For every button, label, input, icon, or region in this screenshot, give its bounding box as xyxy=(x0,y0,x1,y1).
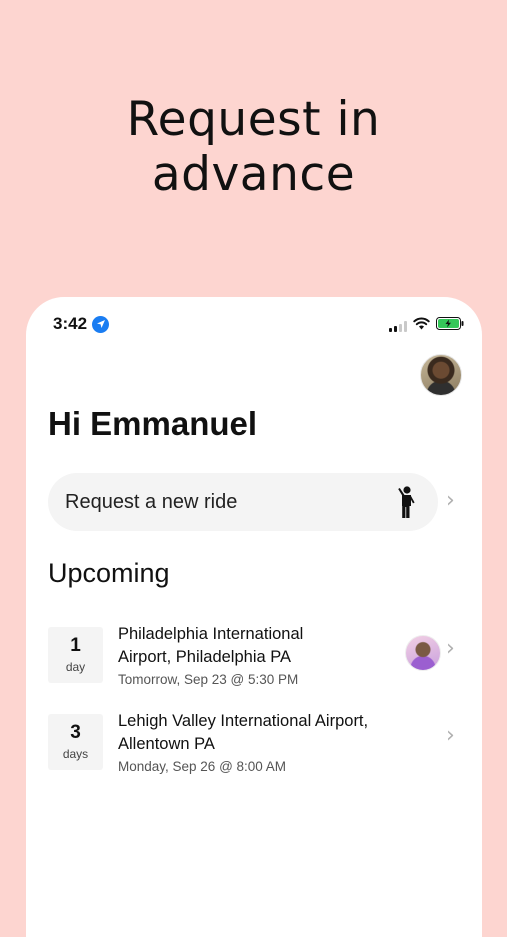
request-new-ride-button[interactable]: Request a new ride xyxy=(48,473,438,531)
phone-screen: 3:42 Hi Emmanuel Request a new ride › Up… xyxy=(26,297,482,937)
days-until-unit: days xyxy=(62,747,89,761)
request-chevron-right-icon: › xyxy=(446,488,455,513)
status-bar: 3:42 xyxy=(26,297,482,357)
days-until-badge: 3 days xyxy=(48,714,103,770)
profile-avatar[interactable] xyxy=(420,354,462,396)
greeting-heading: Hi Emmanuel xyxy=(48,405,258,442)
upcoming-trip-item[interactable]: 1 day Philadelphia International Airport… xyxy=(48,623,468,693)
status-time: 3:42 xyxy=(53,314,110,334)
request-new-ride-label: Request a new ride xyxy=(65,490,238,513)
wifi-icon xyxy=(413,317,430,335)
days-until-unit: day xyxy=(65,660,86,674)
cellular-signal-icon xyxy=(389,320,407,332)
status-time-text: 3:42 xyxy=(53,314,88,333)
trip-destination-line1: Philadelphia International xyxy=(118,625,304,643)
trip-destination: Philadelphia International Airport, Phil… xyxy=(118,623,408,669)
trip-destination-line2: Allentown PA xyxy=(118,735,215,753)
trip-datetime: Monday, Sep 26 @ 8:00 AM xyxy=(118,759,287,774)
trip-chevron-right-icon: › xyxy=(446,636,455,661)
trip-datetime: Tomorrow, Sep 23 @ 5:30 PM xyxy=(118,672,299,687)
hero-title-line1: Request in xyxy=(126,92,381,147)
trip-chevron-right-icon: › xyxy=(446,723,455,748)
person-waving-icon xyxy=(396,485,418,524)
days-until-count: 1 xyxy=(70,635,81,656)
trip-destination-line2: Airport, Philadelphia PA xyxy=(118,648,292,666)
days-until-badge: 1 day xyxy=(48,627,103,683)
driver-avatar xyxy=(405,635,441,671)
upcoming-section-title: Upcoming xyxy=(48,558,170,588)
trip-destination: Lehigh Valley International Airport, All… xyxy=(118,710,408,756)
status-icons xyxy=(389,317,464,335)
trip-destination-line1: Lehigh Valley International Airport, xyxy=(118,712,369,730)
days-until-count: 3 xyxy=(70,722,81,743)
hero-title-line2: advance xyxy=(151,147,356,202)
upcoming-trip-item[interactable]: 3 days Lehigh Valley International Airpo… xyxy=(48,710,468,780)
location-arrow-icon xyxy=(92,315,110,333)
hero-title: Request in advance xyxy=(0,92,507,202)
battery-charging-icon xyxy=(436,317,464,335)
